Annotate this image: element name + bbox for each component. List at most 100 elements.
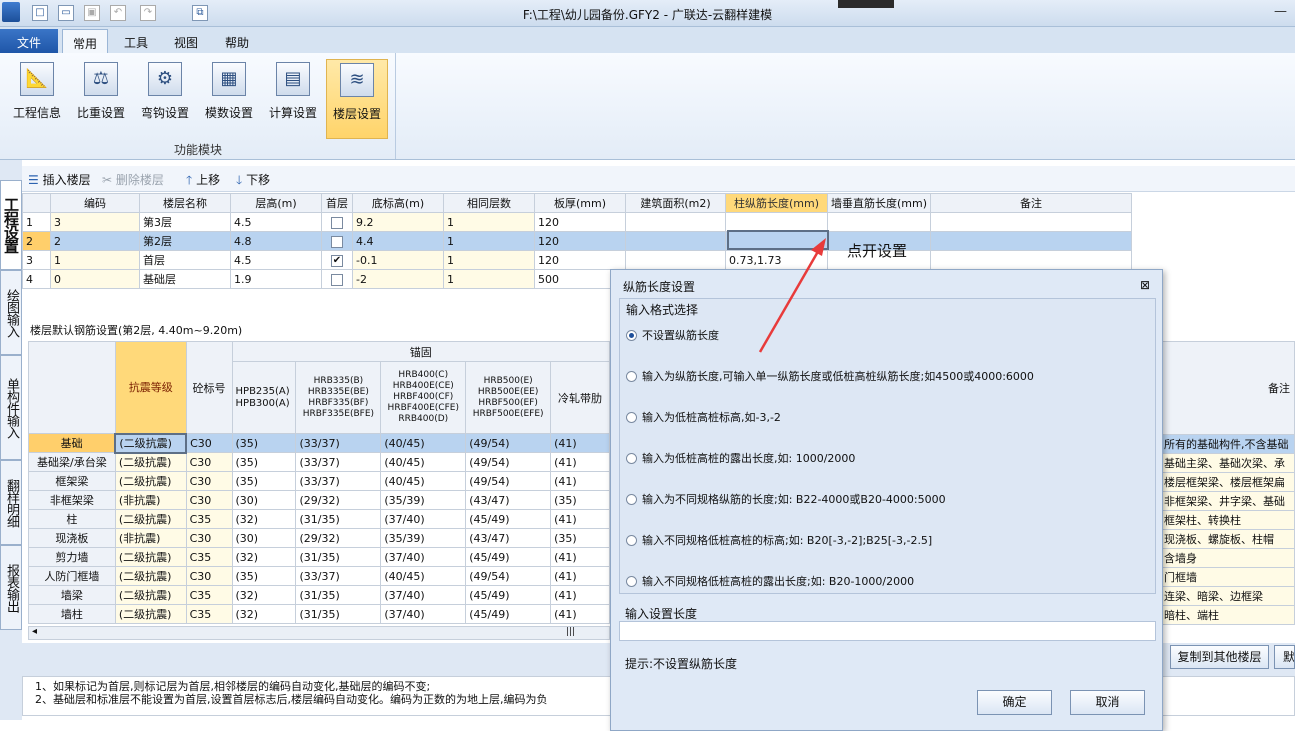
cell-base-elevation[interactable]: -0.1 [352,250,444,270]
cell-column-rebar-length[interactable]: 0.73,1.73 [725,250,828,270]
move-up-button[interactable]: 🡑 上移 [186,171,220,192]
first-floor-checkbox[interactable]: ✔ [331,254,343,267]
radio-option-2[interactable]: 输入为纵筋长度,可输入单一纵筋长度或低桩高桩纵筋长度;如4500或4000:60… [626,368,1034,384]
cell-hrb335[interactable]: (29/32) [295,490,382,510]
first-floor-checkbox[interactable] [331,216,343,229]
rebar-length-input[interactable] [619,621,1156,641]
cell-rebar-remark[interactable]: 框架柱、转换柱 [1160,510,1295,530]
cell-first-floor[interactable] [321,269,353,289]
radio-option-7[interactable]: 输入不同规格低桩高桩的露出长度;如: B20-1000/2000 [626,573,914,589]
cell-rebar-remark[interactable]: 楼层框架梁、楼层框架扁 [1160,472,1295,492]
cell-code[interactable]: 2 [50,231,140,251]
table-row[interactable]: 框架柱、转换柱 [1160,510,1295,530]
cell-slab-thickness[interactable]: 120 [534,212,626,232]
cell-hrb400[interactable]: (37/40) [380,604,467,624]
cell-same-floors[interactable]: 1 [443,250,535,270]
table-row[interactable]: 2 2 第2层 4.8 4.4 1 120 [22,231,1133,251]
cell-concrete-grade[interactable]: C35 [185,509,233,529]
cell-concrete-grade[interactable]: C30 [185,566,233,586]
cell-hrb500[interactable]: (49/54) [465,452,552,472]
tab-file[interactable]: 文件 [0,29,58,53]
radio-option-6[interactable]: 输入不同规格低桩高桩的标高;如: B20[-3,-2];B25[-3,-2.5] [626,532,932,548]
focused-cell-column-rebar[interactable] [727,230,829,250]
col-header-hpb[interactable]: HPB235(A) HPB300(A) [231,361,297,434]
cell-hrb335[interactable]: (31/35) [295,509,382,529]
cell-floor-name[interactable]: 基础层 [139,269,231,289]
side-tab-single-component[interactable]: 单构件输入 [0,355,22,460]
table-row[interactable]: 基础 (二级抗震) C30 (35) (33/37) (40/45) (49/54) (41) [28,432,610,454]
cell-hrb335[interactable]: (31/35) [295,547,382,567]
density-setting-button[interactable]: ⚖ 比重设置 [70,59,132,139]
cell-height[interactable]: 4.8 [230,231,322,251]
cell-cold-rolled[interactable]: (41) [550,471,610,491]
cell-hpb[interactable]: (30) [231,490,297,510]
col-header-base-elevation[interactable]: 底标高(m) [352,193,444,213]
cell-rebar-remark[interactable]: 含墙身 [1160,548,1295,568]
cell-seismic[interactable]: (二级抗震) [114,566,187,586]
cell-floor-name[interactable]: 第2层 [139,231,231,251]
col-header-floor-name[interactable]: 楼层名称 [139,193,231,213]
radio-option-3[interactable]: 输入为低桩高桩标高,如-3,-2 [626,409,781,425]
col-header-cold-rolled[interactable]: 冷轧带肋 [550,361,610,434]
cell-hpb[interactable]: (32) [231,585,297,605]
table-row[interactable]: 现浇板 (非抗震) C30 (30) (29/32) (35/39) (43/47) (35) [28,528,610,548]
table-row[interactable]: 基础主梁、基础次梁、承 [1160,453,1295,473]
cell-seismic[interactable]: (二级抗震) [114,547,187,567]
cell-same-floors[interactable]: 1 [443,212,535,232]
cell-same-floors[interactable]: 1 [443,231,535,251]
cell-hrb500[interactable]: (49/54) [465,471,552,491]
scroll-left-icon[interactable]: ◂ [32,626,37,637]
cell-hrb335[interactable]: (31/35) [295,604,382,624]
table-row[interactable]: 3 1 首层 4.5 ✔ -0.1 1 120 0.73,1.73 [22,250,1133,270]
project-info-button[interactable]: 📐 工程信息 [6,59,68,139]
hook-setting-button[interactable]: ⚙ 弯钩设置 [134,59,196,139]
insert-floor-button[interactable]: ☰ 插入楼层 [28,171,91,188]
cell-hpb[interactable]: (35) [231,566,297,586]
side-tab-drawing-input[interactable]: 绘图输入 [0,270,22,355]
table-row[interactable]: 人防门框墙 (二级抗震) C30 (35) (33/37) (40/45) (49/54)(… [28,566,610,586]
cell-cold-rolled[interactable]: (41) [550,452,610,472]
cell-concrete-grade[interactable]: C35 [185,547,233,567]
cell-code[interactable]: 1 [50,250,140,270]
cell-floor-name[interactable]: 第3层 [139,212,231,232]
cell-hrb500[interactable]: (45/49) [465,509,552,529]
radio-button-icon[interactable] [626,453,637,464]
col-header-hrb400[interactable]: HRB400(C) HRB400E(CE) HRBF400(CF) HRBF40… [380,361,467,434]
col-header-slab-thickness[interactable]: 板厚(mm) [534,193,626,213]
cell-rebar-remark[interactable]: 现浇板、螺旋板、柱帽 [1160,529,1295,549]
table-row[interactable]: 非框架梁 (非抗震) C30 (30) (29/32) (35/39) (43/47) (35… [28,490,610,510]
cell-base-elevation[interactable]: 4.4 [352,231,444,251]
col-header-code[interactable]: 编码 [50,193,140,213]
cell-cold-rolled[interactable]: (41) [550,585,610,605]
table-row[interactable]: 门框墙 [1160,567,1295,587]
cell-cold-rolled[interactable]: (41) [550,509,610,529]
cell-remark[interactable] [930,250,1133,270]
cell-hpb[interactable]: (35) [231,433,297,453]
table-row[interactable]: 现浇板、螺旋板、柱帽 [1160,529,1295,549]
radio-button-icon[interactable] [626,330,637,341]
cell-hrb500[interactable]: (49/54) [465,566,552,586]
table-row[interactable]: 1 3 第3层 4.5 9.2 1 120 [22,212,1133,232]
col-header-hrb500[interactable]: HRB500(E) HRB500E(EE) HRBF500(EF) HRBF50… [465,361,552,434]
cell-hrb335[interactable]: (29/32) [295,528,382,548]
cell-concrete-grade[interactable]: C30 [185,452,233,472]
radio-button-icon[interactable] [626,412,637,423]
table-row[interactable]: 基础梁/承台梁 (二级抗震) C30 (35) (33/37) (40/45) (49/54… [28,452,610,472]
cell-rebar-remark[interactable]: 基础主梁、基础次梁、承 [1160,453,1295,473]
cell-base-elevation[interactable]: 9.2 [352,212,444,232]
radio-button-icon[interactable] [626,535,637,546]
first-floor-checkbox[interactable] [331,273,343,286]
cell-hpb[interactable]: (32) [231,509,297,529]
cell-concrete-grade[interactable]: C30 [185,490,233,510]
side-tab-detail[interactable]: 翻样明细 [0,460,22,545]
table-row[interactable]: 墙梁 (二级抗震) C35 (32) (31/35) (37/40) (45/49) (41) [28,585,610,605]
cell-concrete-grade[interactable]: C35 [185,585,233,605]
cell-concrete-grade[interactable]: C30 [185,433,233,453]
cell-remark[interactable] [930,212,1133,232]
col-header-hrb335[interactable]: HRB335(B) HRB335E(BE) HRBF335(BF) HRBF33… [295,361,382,434]
cell-rebar-remark[interactable]: 非框架梁、井字梁、基础 [1160,491,1295,511]
cell-hrb400[interactable]: (40/45) [380,433,467,453]
side-tab-report[interactable]: 报表输出 [0,545,22,630]
cell-hpb[interactable]: (35) [231,452,297,472]
col-header-concrete-grade[interactable]: 砼标号 [185,341,233,434]
